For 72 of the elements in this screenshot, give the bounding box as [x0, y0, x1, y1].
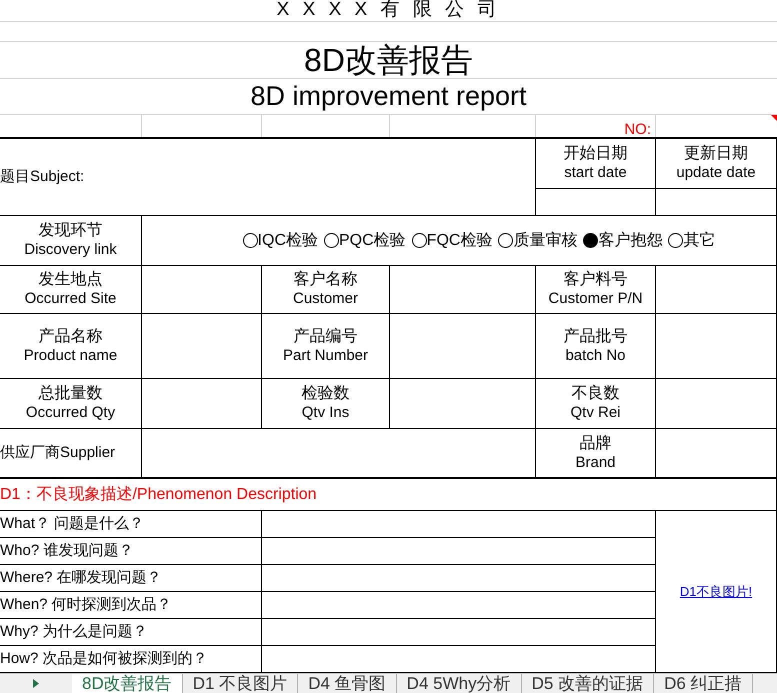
- question-label: Where? 在哪发现问题？: [0, 568, 162, 588]
- label-english: start date: [564, 164, 627, 183]
- label-english: Occurred Site: [24, 290, 116, 309]
- label-chinese: 更新日期: [684, 144, 748, 164]
- comment-marker-icon: [771, 115, 777, 121]
- empty-cell[interactable]: [656, 379, 777, 429]
- scroll-right-icon[interactable]: [33, 679, 39, 688]
- sheet-tab[interactable]: D4 鱼骨图: [298, 674, 397, 693]
- sheet-tab[interactable]: D6 纠正措: [654, 674, 753, 693]
- label-english: update date: [676, 164, 756, 183]
- number-label: NO:: [624, 120, 652, 140]
- label-chinese: 客户料号: [564, 270, 628, 290]
- label-chinese: 开始日期: [564, 144, 628, 164]
- empty-cell[interactable]: [142, 314, 262, 379]
- report-title: 8D改善报告: [304, 44, 473, 76]
- empty-cell[interactable]: [142, 429, 536, 478]
- empty-cell[interactable]: [142, 379, 262, 429]
- empty-cell[interactable]: [390, 314, 536, 379]
- label-chinese: 检验数: [302, 384, 350, 404]
- label-chinese: 发生地点: [38, 270, 102, 290]
- label-english: batch No: [565, 346, 626, 366]
- question-label: What？ 问题是什么？: [0, 514, 144, 534]
- label-chinese: 发现环节: [38, 221, 102, 242]
- label-chinese: 客户名称: [294, 270, 358, 290]
- empty-cell[interactable]: [262, 592, 656, 619]
- radio-option[interactable]: 质量审核: [498, 228, 578, 252]
- label-english: Occurred Qty: [26, 404, 116, 423]
- question-label: How? 次品是如何被探测到的？: [0, 648, 208, 669]
- label-chinese: 品牌: [580, 434, 612, 454]
- picture-link[interactable]: D1不良图片!: [680, 582, 752, 602]
- empty-cell[interactable]: [536, 189, 656, 216]
- sheet-tab[interactable]: 8D改善报告: [72, 674, 183, 693]
- radio-option[interactable]: 客户抱怨: [583, 228, 662, 252]
- supplier-label: 供应厂商Supplier: [0, 442, 116, 463]
- label-english: Brand: [575, 454, 616, 472]
- label-chinese: 产品编号: [294, 326, 358, 347]
- empty-cell[interactable]: [656, 429, 777, 478]
- label-english: Qtv Rei: [570, 404, 620, 423]
- radio-option[interactable]: PQC检验: [324, 228, 406, 252]
- report-subtitle: 8D improvement report: [250, 83, 527, 110]
- label-english: Qtv Ins: [302, 404, 350, 423]
- question-label: When? 何时探测到次品？: [0, 594, 172, 615]
- radio-option[interactable]: IQC检验: [242, 228, 318, 252]
- label-english: Customer: [292, 290, 358, 309]
- sheet-tab[interactable]: D5 改善的证据: [522, 674, 654, 693]
- radio-option[interactable]: FQC检验: [412, 228, 492, 252]
- radio-option[interactable]: 其它: [668, 228, 716, 252]
- company-name: X X X X 有 限 公 司: [276, 0, 500, 22]
- empty-cell[interactable]: [262, 565, 656, 592]
- empty-cell[interactable]: [262, 538, 656, 565]
- label-english: Product name: [24, 346, 118, 366]
- label-english: Discovery link: [24, 241, 117, 260]
- empty-cell[interactable]: [390, 266, 536, 314]
- sheet-tab[interactable]: D1 不良图片: [182, 674, 298, 693]
- question-label: Who? 谁发现问题？: [0, 540, 134, 561]
- empty-cell[interactable]: [390, 379, 536, 429]
- label-english: Customer P/N: [548, 290, 643, 309]
- label-chinese: 不良数: [572, 384, 620, 404]
- sheet-tab[interactable]: D4 5Why分析: [396, 674, 522, 693]
- empty-cell[interactable]: [656, 266, 777, 314]
- subject-label: 题目Subject:: [0, 166, 84, 187]
- label-chinese: 总批量数: [38, 384, 102, 404]
- question-label: Why? 为什么是问题？: [0, 622, 148, 642]
- empty-cell[interactable]: [262, 619, 656, 646]
- section-heading: D1：不良现象描述/Phenomenon Description: [0, 484, 317, 504]
- label-chinese: 产品批号: [564, 326, 628, 347]
- empty-cell[interactable]: [656, 189, 777, 216]
- label-chinese: 产品名称: [38, 326, 102, 347]
- label-english: Part Number: [282, 346, 368, 366]
- empty-cell[interactable]: [142, 266, 262, 314]
- empty-cell[interactable]: [262, 511, 656, 538]
- empty-cell[interactable]: [656, 314, 777, 379]
